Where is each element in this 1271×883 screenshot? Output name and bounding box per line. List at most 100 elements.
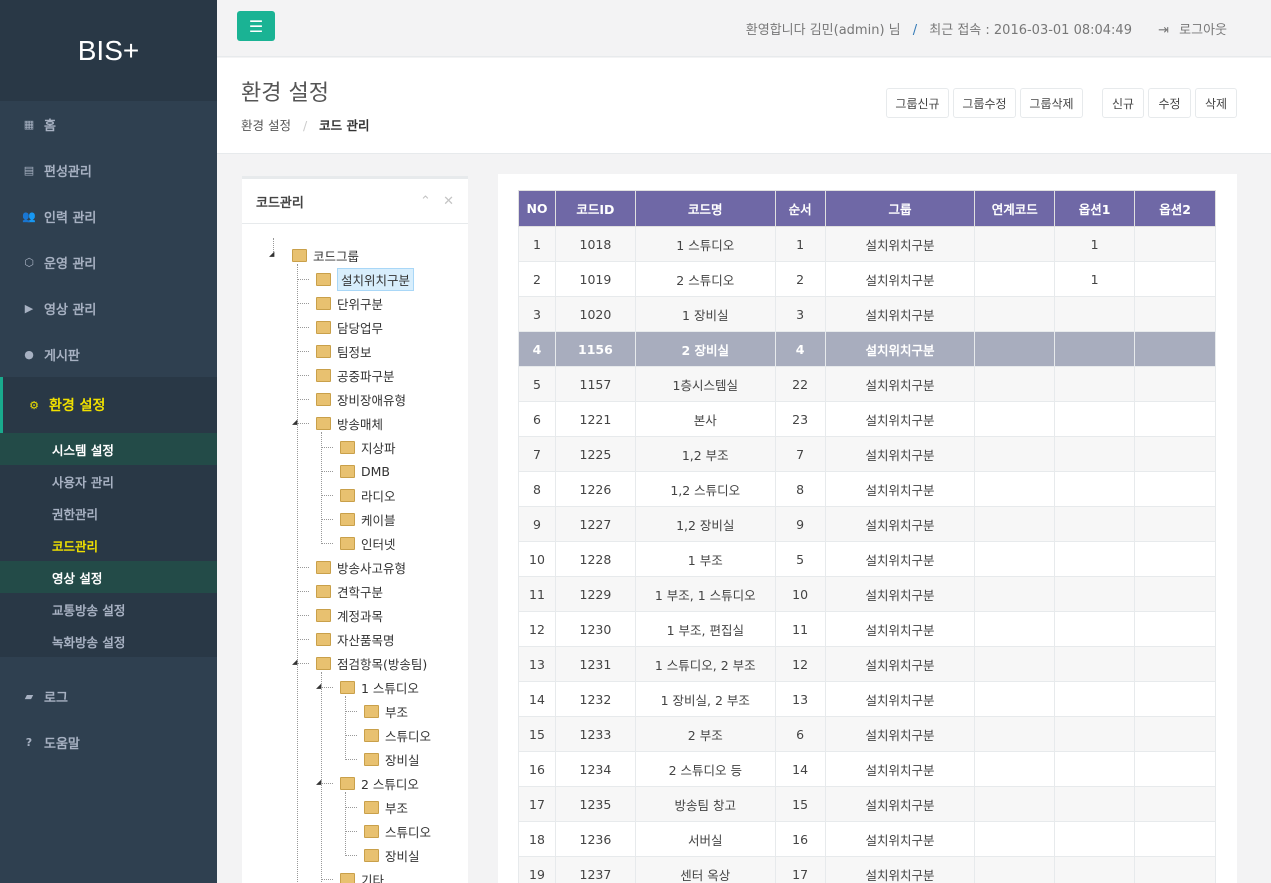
tree-node[interactable]: 점검항목(방송팀) — [316, 652, 427, 674]
tree-node[interactable]: 지상파 — [340, 436, 396, 458]
tree-node[interactable]: 견학구분 — [316, 580, 383, 602]
tree-node[interactable]: 라디오 — [340, 484, 396, 506]
tree-connector — [321, 432, 322, 544]
tree-node[interactable]: 부조 — [364, 796, 408, 818]
delete-button[interactable]: 삭제 — [1195, 88, 1237, 118]
tree-root[interactable]: 코드그룹 — [292, 244, 359, 266]
nav-schedule[interactable]: ▤ 편성관리 — [0, 147, 217, 193]
collapse-icon[interactable]: ⌃ — [420, 194, 431, 209]
tree-node[interactable]: 공중파구분 — [316, 364, 395, 386]
tree-connector — [321, 879, 333, 880]
tree-connector — [321, 495, 333, 496]
nav-video[interactable]: ▶ 영상 관리 — [0, 285, 217, 331]
tree-node[interactable]: 자산품목명 — [316, 628, 395, 650]
menu-toggle-button[interactable]: ☰ — [237, 11, 275, 41]
table-row[interactable]: 16 1234 2 스튜디오 등 14 설치위치구분 — [518, 751, 1216, 787]
nav-home[interactable]: ▦ 홈 — [0, 101, 217, 147]
table-cell — [1054, 681, 1136, 717]
sub-permission[interactable]: 권한관리 — [0, 497, 217, 529]
table-cell — [974, 856, 1056, 883]
tree-node-label: 공중파구분 — [337, 368, 395, 384]
table-row[interactable]: 18 1236 서버실 16 설치위치구분 — [518, 821, 1216, 857]
tree-node[interactable]: 부조 — [364, 700, 408, 722]
tree-connector — [345, 696, 346, 760]
nav-log[interactable]: ▰ 로그 — [0, 673, 217, 719]
tree-node[interactable]: 기타 — [340, 868, 384, 883]
table-row[interactable]: 5 1157 1층시스템실 22 설치위치구분 — [518, 366, 1216, 402]
table-row[interactable]: 10 1228 1 부조 5 설치위치구분 — [518, 541, 1216, 577]
expand-toggle-icon[interactable]: ◢ — [292, 418, 297, 426]
table-row[interactable]: 14 1232 1 장비실, 2 부조 13 설치위치구분 — [518, 681, 1216, 717]
table-row[interactable]: 11 1229 1 부조, 1 스튜디오 10 설치위치구분 — [518, 576, 1216, 612]
tree-node[interactable]: 단위구분 — [316, 292, 383, 314]
sub-code-management[interactable]: 코드관리 — [0, 529, 217, 561]
table-cell: 1 — [518, 226, 556, 262]
column-header[interactable]: 그룹 — [824, 190, 976, 227]
group-edit-button[interactable]: 그룹수정 — [953, 88, 1016, 118]
table-row[interactable]: 12 1230 1 부조, 편집실 11 설치위치구분 — [518, 611, 1216, 647]
nav-settings[interactable]: ⚙ 환경 설정 — [0, 377, 217, 433]
tree-node[interactable]: 2 스튜디오 — [340, 772, 419, 794]
table-row[interactable]: 9 1227 1,2 장비실 9 설치위치구분 — [518, 506, 1216, 542]
nav-operations[interactable]: ⬡ 운영 관리 — [0, 239, 217, 285]
column-header[interactable]: 순서 — [774, 190, 826, 227]
tree-node[interactable]: 설치위치구분 — [316, 267, 415, 291]
sign-out-icon: ⇥ — [1158, 23, 1170, 38]
table-row[interactable]: 1 1018 1 스튜디오 1 설치위치구분 1 — [518, 226, 1216, 262]
group-delete-button[interactable]: 그룹삭제 — [1020, 88, 1083, 118]
sub-video-settings[interactable]: 영상 설정 — [0, 561, 217, 593]
table-row[interactable]: 3 1020 1 장비실 3 설치위치구분 — [518, 296, 1216, 332]
table-row[interactable]: 8 1226 1,2 스튜디오 8 설치위치구분 — [518, 471, 1216, 507]
nav-staff[interactable]: 👥 인력 관리 — [0, 193, 217, 239]
column-header[interactable]: NO — [518, 190, 556, 227]
tree-node[interactable]: 1 스튜디오 — [340, 676, 419, 698]
tree-node[interactable]: 스튜디오 — [364, 820, 431, 842]
sub-user-management[interactable]: 사용자 관리 — [0, 465, 217, 497]
tree-node[interactable]: 스튜디오 — [364, 724, 431, 746]
breadcrumb-item[interactable]: 환경 설정 — [241, 118, 291, 133]
tree-node-label: 부조 — [385, 800, 409, 816]
sub-recording-settings[interactable]: 녹화방송 설정 — [0, 625, 217, 657]
group-new-button[interactable]: 그룹신규 — [886, 88, 949, 118]
nav-help[interactable]: ? 도움말 — [0, 719, 217, 765]
table-row[interactable]: 17 1235 방송팀 창고 15 설치위치구분 — [518, 786, 1216, 822]
table-cell — [974, 611, 1056, 647]
column-header[interactable]: 옵션2 — [1134, 190, 1216, 227]
tree-connector — [273, 238, 274, 252]
tree-node[interactable]: 팀정보 — [316, 340, 372, 362]
column-header[interactable]: 연계코드 — [974, 190, 1056, 227]
tree-node[interactable]: 장비실 — [364, 844, 420, 866]
table-cell: 설치위치구분 — [824, 751, 976, 787]
table-row[interactable]: 19 1237 센터 옥상 17 설치위치구분 — [518, 856, 1216, 883]
table-row[interactable]: 2 1019 2 스튜디오 2 설치위치구분 1 — [518, 261, 1216, 297]
table-row[interactable]: 4 1156 2 장비실 4 설치위치구분 — [518, 331, 1216, 367]
tree-node[interactable]: 방송매체 — [316, 412, 383, 434]
new-button[interactable]: 신규 — [1102, 88, 1144, 118]
table-row[interactable]: 15 1233 2 부조 6 설치위치구분 — [518, 716, 1216, 752]
tree-node[interactable]: DMB — [340, 460, 390, 482]
sub-traffic-settings[interactable]: 교통방송 설정 — [0, 593, 217, 625]
tree-node[interactable]: 장비실 — [364, 748, 420, 770]
edit-button[interactable]: 수정 — [1148, 88, 1191, 118]
logout-link[interactable]: ⇥ 로그아웃 — [1158, 23, 1227, 38]
column-header[interactable]: 코드ID — [554, 190, 636, 227]
expand-toggle-icon[interactable]: ◢ — [292, 658, 297, 666]
close-icon[interactable]: ✕ — [443, 194, 454, 209]
nav-board[interactable]: ● 게시판 — [0, 331, 217, 377]
table-row[interactable]: 13 1231 1 스튜디오, 2 부조 12 설치위치구분 — [518, 646, 1216, 682]
folder-icon — [292, 248, 307, 262]
tree-node[interactable]: 담당업무 — [316, 316, 383, 338]
table-row[interactable]: 6 1221 본사 23 설치위치구분 — [518, 401, 1216, 437]
tree-node[interactable]: 방송사고유형 — [316, 556, 406, 578]
column-header[interactable]: 코드명 — [634, 190, 776, 227]
tree-node[interactable]: 계정과목 — [316, 604, 383, 626]
table-cell: 1 — [1054, 226, 1136, 262]
app-logo[interactable]: BIS+ — [0, 0, 217, 101]
table-cell: 설치위치구분 — [824, 611, 976, 647]
tree-node[interactable]: 인터넷 — [340, 532, 396, 554]
tree-node[interactable]: 케이블 — [340, 508, 396, 530]
table-row[interactable]: 7 1225 1,2 부조 7 설치위치구분 — [518, 436, 1216, 472]
sub-system-settings[interactable]: 시스템 설정 — [0, 433, 217, 465]
tree-node[interactable]: 장비장애유형 — [316, 388, 406, 410]
column-header[interactable]: 옵션1 — [1054, 190, 1136, 227]
